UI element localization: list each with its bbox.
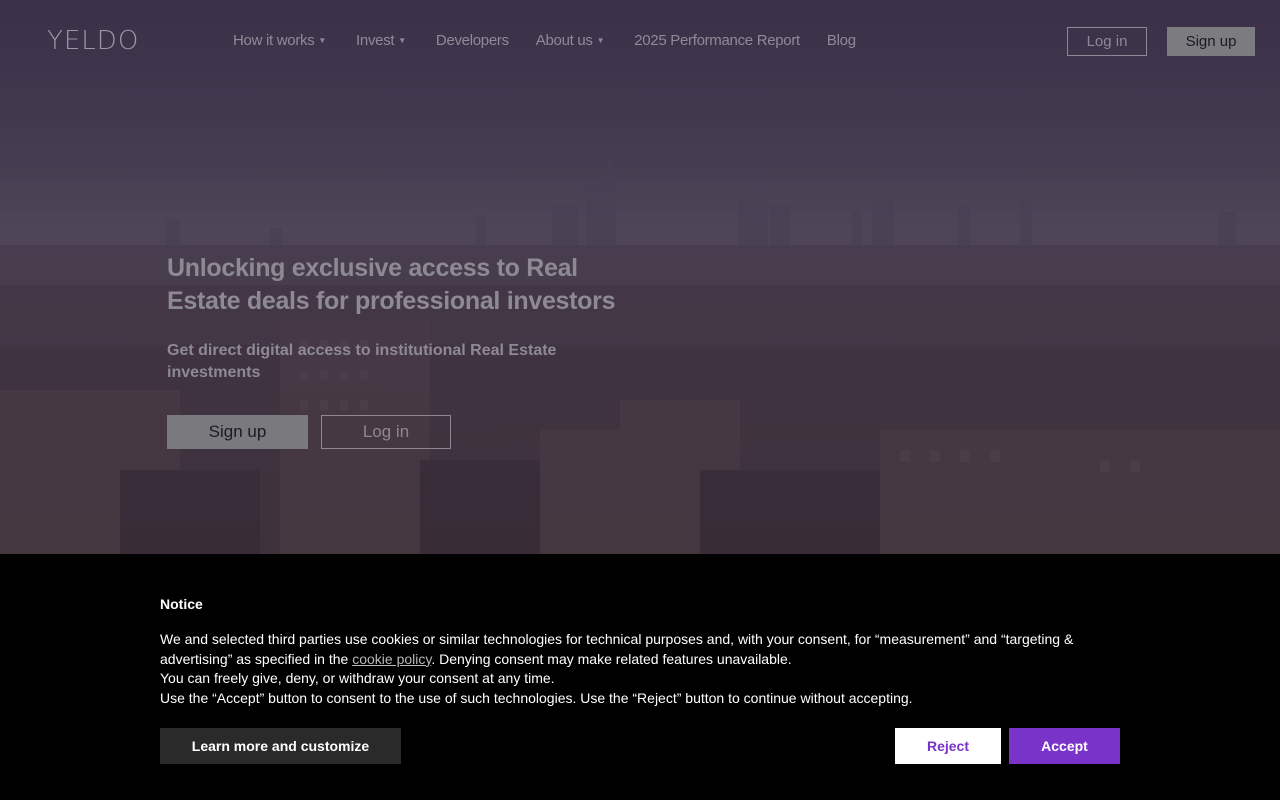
chevron-down-icon: ▼ xyxy=(318,36,327,45)
main-nav: How it works ▼ Invest ▼ Developers About… xyxy=(233,32,856,49)
nav-blog[interactable]: Blog xyxy=(827,32,856,49)
nav-how-it-works[interactable]: How it works ▼ xyxy=(233,32,326,49)
chevron-down-icon: ▼ xyxy=(398,36,406,45)
notice-body: We and selected third parties use cookie… xyxy=(160,630,1120,708)
chevron-down-icon: ▼ xyxy=(596,36,605,45)
nav-about-us[interactable]: About us ▼ xyxy=(536,32,605,49)
notice-consent-line: You can freely give, deny, or withdraw y… xyxy=(160,670,555,687)
hero-title: Unlocking exclusive access to Real Estat… xyxy=(167,254,616,315)
notice-instructions-line: Use the “Accept” button to consent to th… xyxy=(160,689,913,706)
site-header: YELDO How it works ▼ Invest ▼ Developers… xyxy=(0,0,1280,82)
cookie-policy-link[interactable]: cookie policy xyxy=(352,651,431,667)
nav-performance-report[interactable]: 2025 Performance Report xyxy=(634,32,800,49)
reject-button[interactable]: Reject xyxy=(895,728,1001,764)
nav-developers[interactable]: Developers xyxy=(436,32,509,49)
notice-paragraph: We and selected third parties use cookie… xyxy=(160,631,1074,667)
learn-more-customize-button[interactable]: Learn more and customize xyxy=(160,728,401,764)
notice-title: Notice xyxy=(160,596,203,612)
yeldo-logo[interactable]: YELDO xyxy=(47,26,139,56)
cookie-notice: Notice We and selected third parties use… xyxy=(0,554,1280,800)
accept-button[interactable]: Accept xyxy=(1009,728,1120,764)
hero-signup-button[interactable]: Sign up xyxy=(167,415,308,449)
hero-login-button[interactable]: Log in xyxy=(321,415,451,449)
header-login-button[interactable]: Log in xyxy=(1067,27,1147,56)
header-signup-button[interactable]: Sign up xyxy=(1167,27,1255,56)
hero-subtitle: Get direct digital access to institution… xyxy=(167,342,557,381)
nav-invest[interactable]: Invest ▼ xyxy=(356,32,406,49)
